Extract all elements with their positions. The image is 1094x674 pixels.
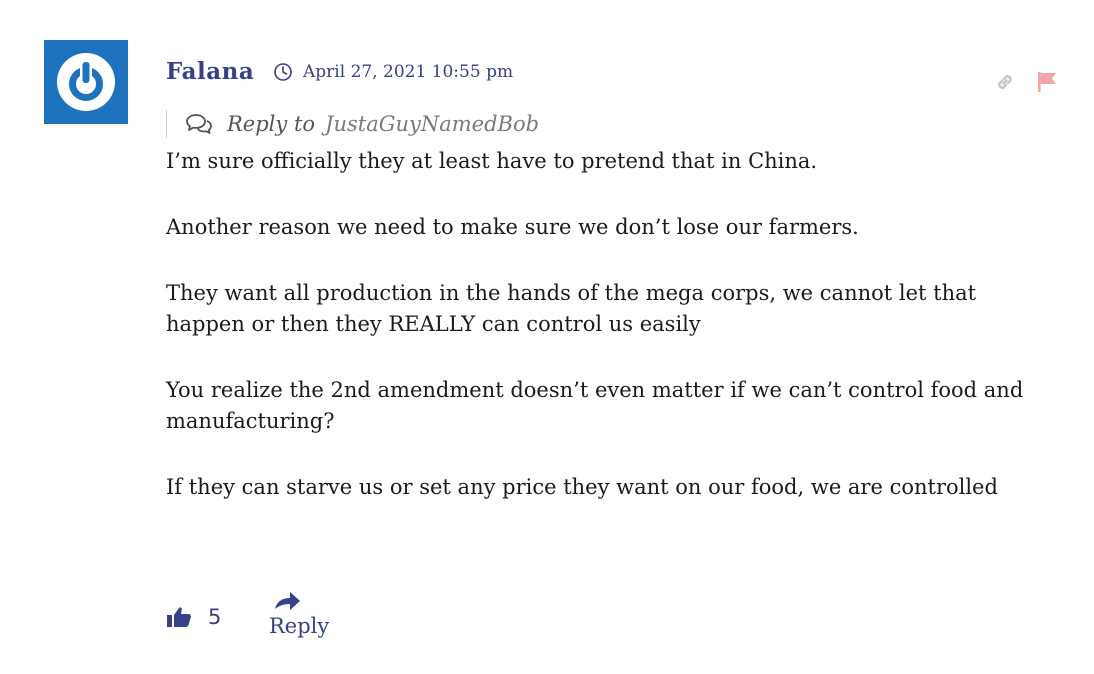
vote-up-button[interactable]: 5 xyxy=(166,605,221,629)
thumbs-up-icon xyxy=(167,607,191,627)
comment-paragraph: They want all production in the hands of… xyxy=(166,281,977,336)
comment-paragraph: You realize the 2nd amendment doesn’t ev… xyxy=(166,378,1024,433)
comment-author[interactable]: Falana xyxy=(166,58,254,85)
flag-icon[interactable] xyxy=(1035,70,1059,98)
comment-tools xyxy=(993,68,1063,96)
link-icon[interactable] xyxy=(993,70,1017,98)
reply-to-label: Reply to xyxy=(227,112,316,136)
avatar[interactable] xyxy=(44,40,128,124)
reply-to-author-link[interactable]: JustaGuyNamedBob xyxy=(325,112,539,136)
comment-date-link[interactable]: April 27, 2021 10:55 pm xyxy=(273,62,513,82)
previous-comment-reply-icon-fragment xyxy=(262,0,292,2)
chat-bubbles-icon xyxy=(186,114,212,134)
comment-paragraph: Another reason we need to make sure we d… xyxy=(166,215,859,239)
vote-count: 5 xyxy=(208,605,222,629)
comment-paragraph: I’m sure officially they at least have t… xyxy=(166,149,818,173)
reply-to-reference: Reply to JustaGuyNamedBob xyxy=(166,110,539,138)
clock-icon xyxy=(274,63,292,81)
comment-body: I’m sure officially they at least have t… xyxy=(166,146,1046,538)
reply-label: Reply xyxy=(269,614,330,638)
comment-date: April 27, 2021 10:55 pm xyxy=(303,62,514,82)
reply-button[interactable]: Reply xyxy=(269,590,339,638)
power-icon xyxy=(57,53,115,111)
comment-paragraph: If they can starve us or set any price t… xyxy=(166,475,998,499)
reply-arrow-icon xyxy=(275,592,300,610)
